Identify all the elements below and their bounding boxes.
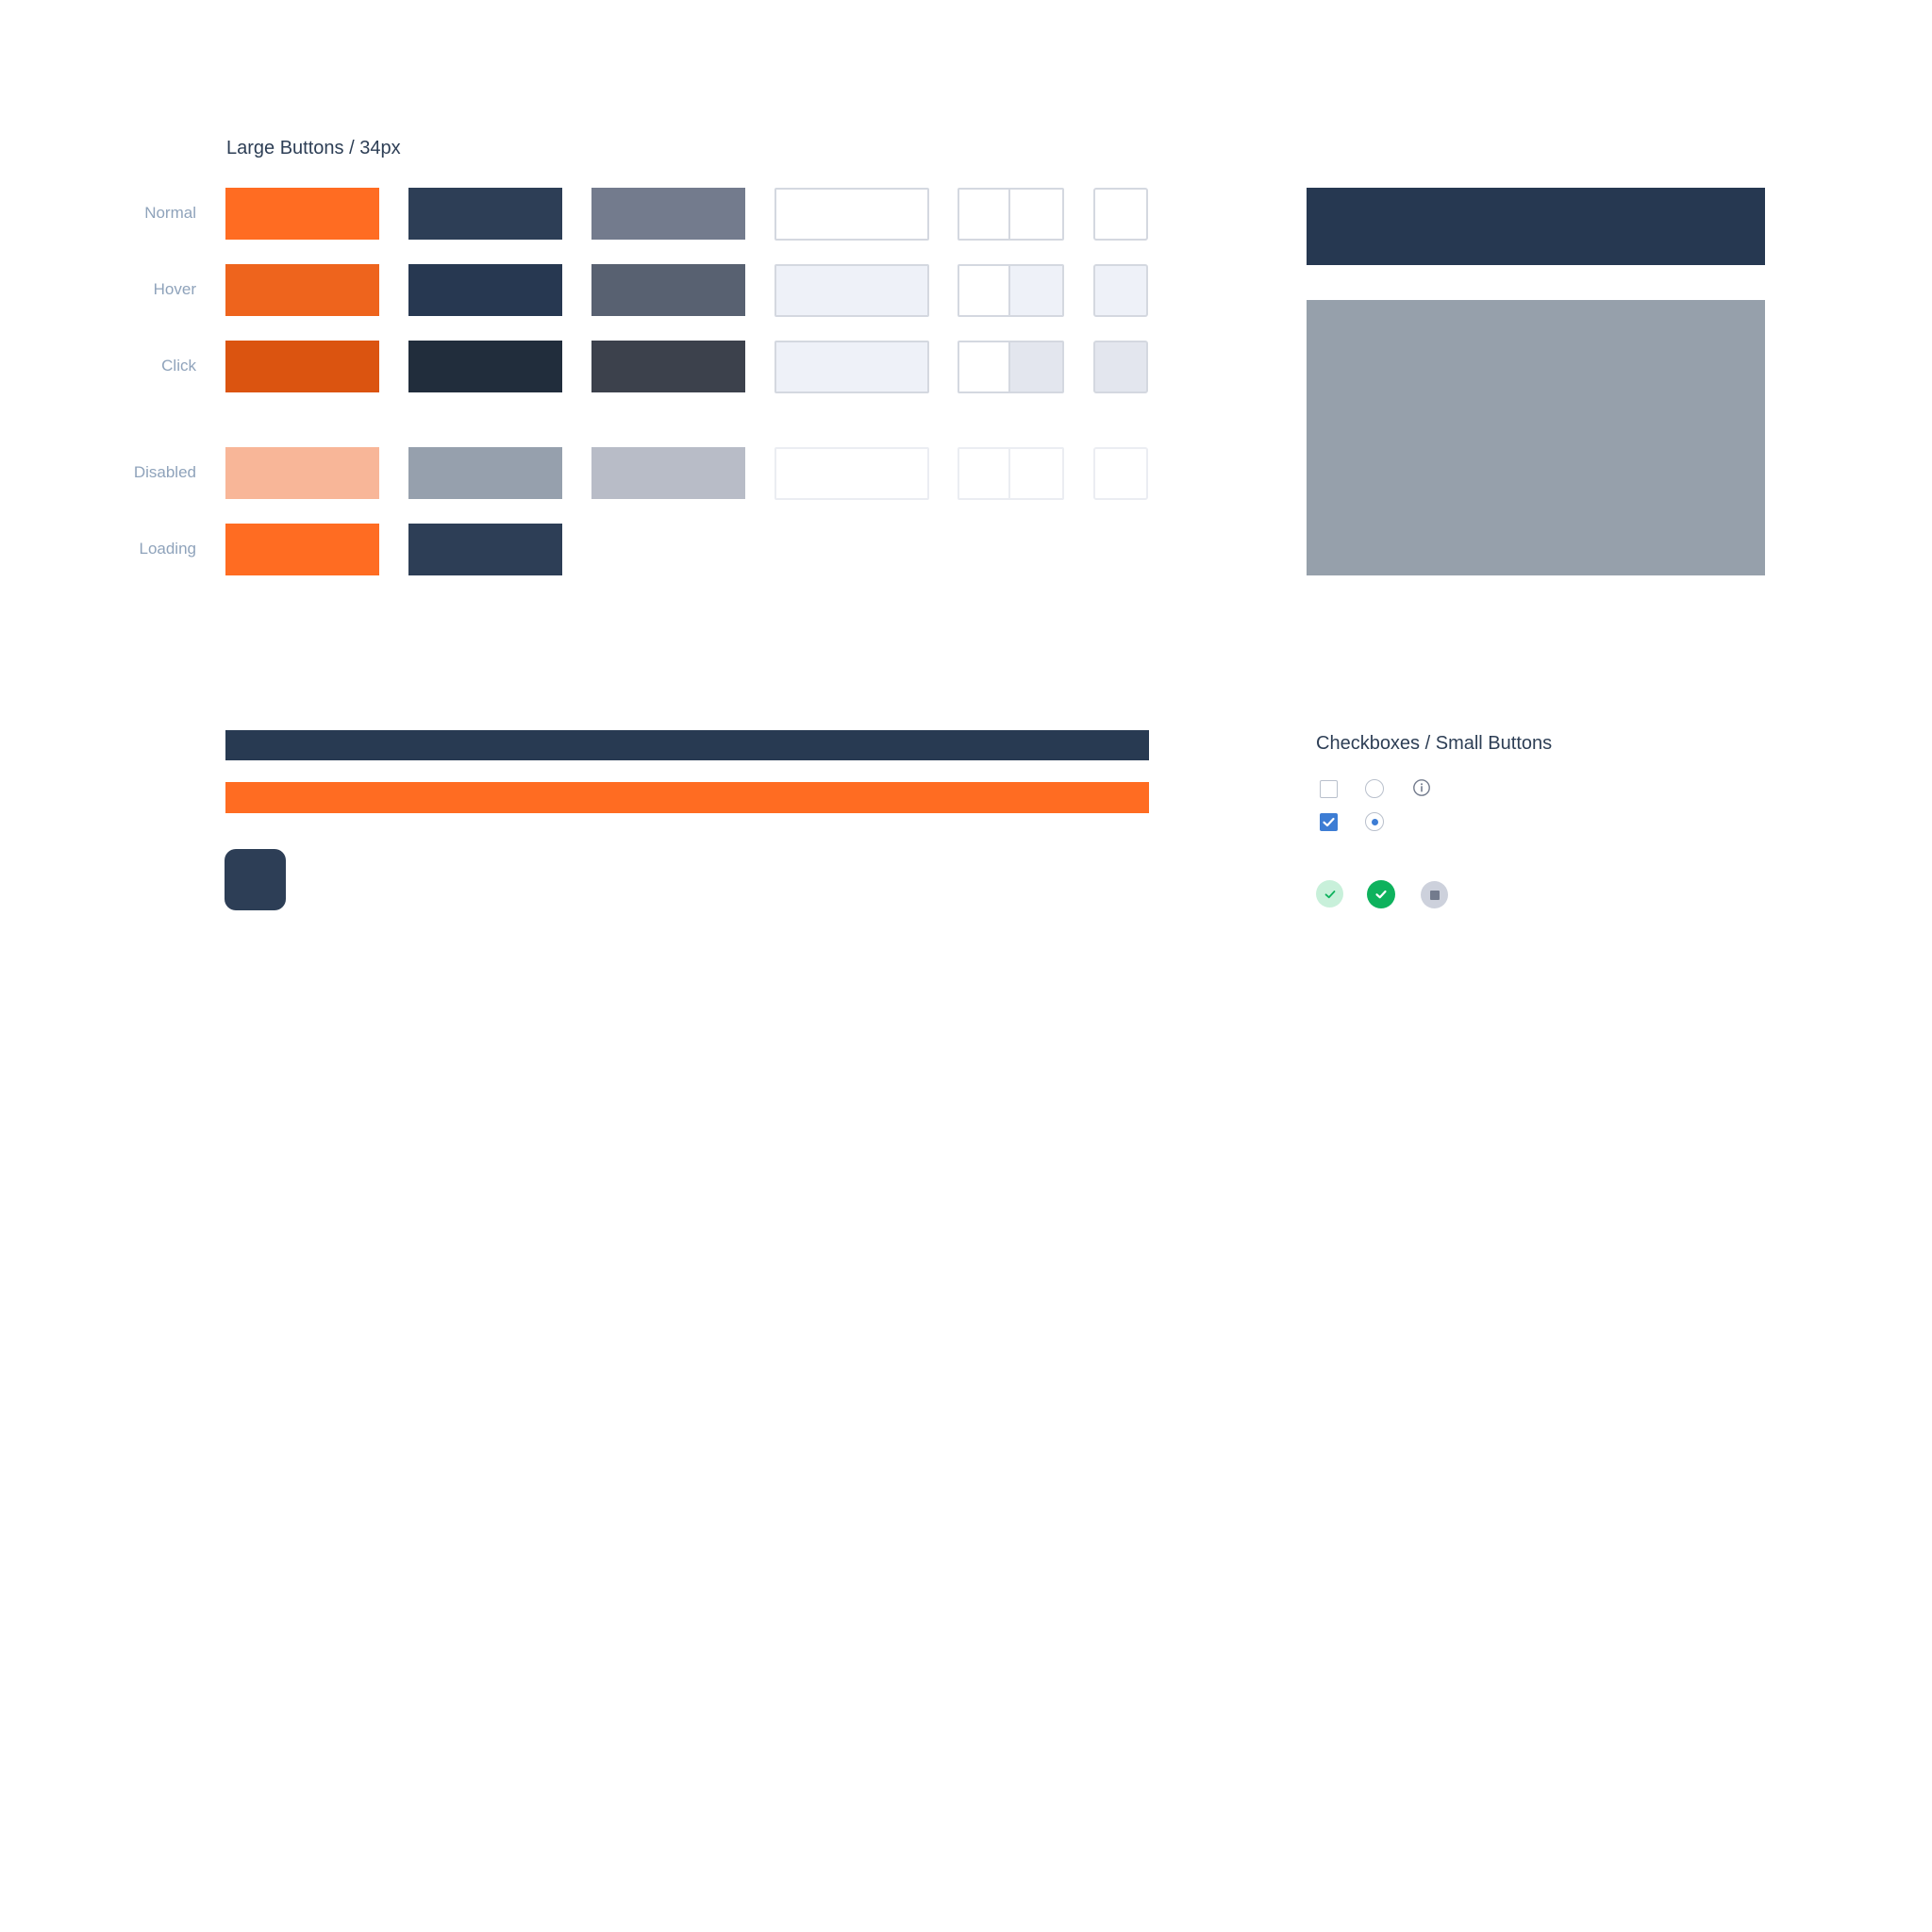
dark-banner-panel	[1307, 188, 1765, 265]
radio-checked-icon[interactable]	[1365, 812, 1384, 831]
state-label-loading: Loading	[139, 540, 196, 558]
primary-button-hover[interactable]	[225, 264, 379, 316]
split-button-dropdown[interactable]	[1010, 190, 1062, 239]
check-circle-filled-icon[interactable]	[1367, 880, 1395, 908]
split-button-dropdown[interactable]	[1010, 266, 1062, 315]
rounded-square-button[interactable]	[225, 849, 286, 910]
outline-button-click[interactable]	[774, 341, 929, 393]
stop-square	[1429, 890, 1440, 900]
tertiary-button-normal[interactable]	[591, 188, 745, 240]
split-button-main[interactable]	[959, 342, 1010, 391]
primary-button-normal[interactable]	[225, 188, 379, 240]
tertiary-button-hover[interactable]	[591, 264, 745, 316]
split-button-hover[interactable]	[958, 264, 1064, 317]
section-heading-large-buttons: Large Buttons / 34px	[226, 138, 401, 158]
split-button-main[interactable]	[959, 190, 1010, 239]
tertiary-button-disabled[interactable]	[591, 447, 745, 499]
split-button-dropdown[interactable]	[1010, 449, 1062, 498]
full-width-secondary-button[interactable]	[225, 730, 1149, 760]
radio-unchecked-icon[interactable]	[1365, 779, 1384, 798]
primary-button-loading[interactable]	[225, 524, 379, 575]
icon-button-hover[interactable]	[1093, 264, 1148, 317]
stop-circle-icon[interactable]	[1421, 881, 1448, 908]
checkbox-unchecked-icon[interactable]	[1320, 780, 1338, 798]
outline-button-disabled[interactable]	[774, 447, 929, 500]
state-label-click: Click	[161, 357, 196, 375]
primary-button-disabled[interactable]	[225, 447, 379, 499]
state-label-disabled: Disabled	[133, 463, 196, 481]
split-button-normal[interactable]	[958, 188, 1064, 241]
secondary-button-click[interactable]	[408, 341, 562, 392]
info-icon[interactable]	[1412, 778, 1431, 797]
split-button-disabled[interactable]	[958, 447, 1064, 500]
icon-button-click[interactable]	[1093, 341, 1148, 393]
split-button-click[interactable]	[958, 341, 1064, 393]
secondary-button-hover[interactable]	[408, 264, 562, 316]
icon-button-normal[interactable]	[1093, 188, 1148, 241]
full-width-primary-button[interactable]	[225, 782, 1149, 813]
checkbox-checked-icon[interactable]	[1320, 813, 1338, 831]
secondary-button-disabled[interactable]	[408, 447, 562, 499]
secondary-button-normal[interactable]	[408, 188, 562, 240]
tertiary-button-click[interactable]	[591, 341, 745, 392]
state-label-hover: Hover	[153, 280, 196, 298]
split-button-main[interactable]	[959, 449, 1010, 498]
check-circle-light-icon[interactable]	[1316, 880, 1343, 908]
split-button-dropdown[interactable]	[1010, 342, 1062, 391]
outline-button-hover[interactable]	[774, 264, 929, 317]
radio-dot	[1371, 818, 1378, 825]
section-heading-checkboxes: Checkboxes / Small Buttons	[1316, 733, 1553, 754]
primary-button-click[interactable]	[225, 341, 379, 392]
outline-button-normal[interactable]	[774, 188, 929, 241]
state-label-normal: Normal	[144, 204, 196, 222]
icon-button-disabled[interactable]	[1093, 447, 1148, 500]
secondary-button-loading[interactable]	[408, 524, 562, 575]
gray-panel	[1307, 300, 1765, 575]
split-button-main[interactable]	[959, 266, 1010, 315]
